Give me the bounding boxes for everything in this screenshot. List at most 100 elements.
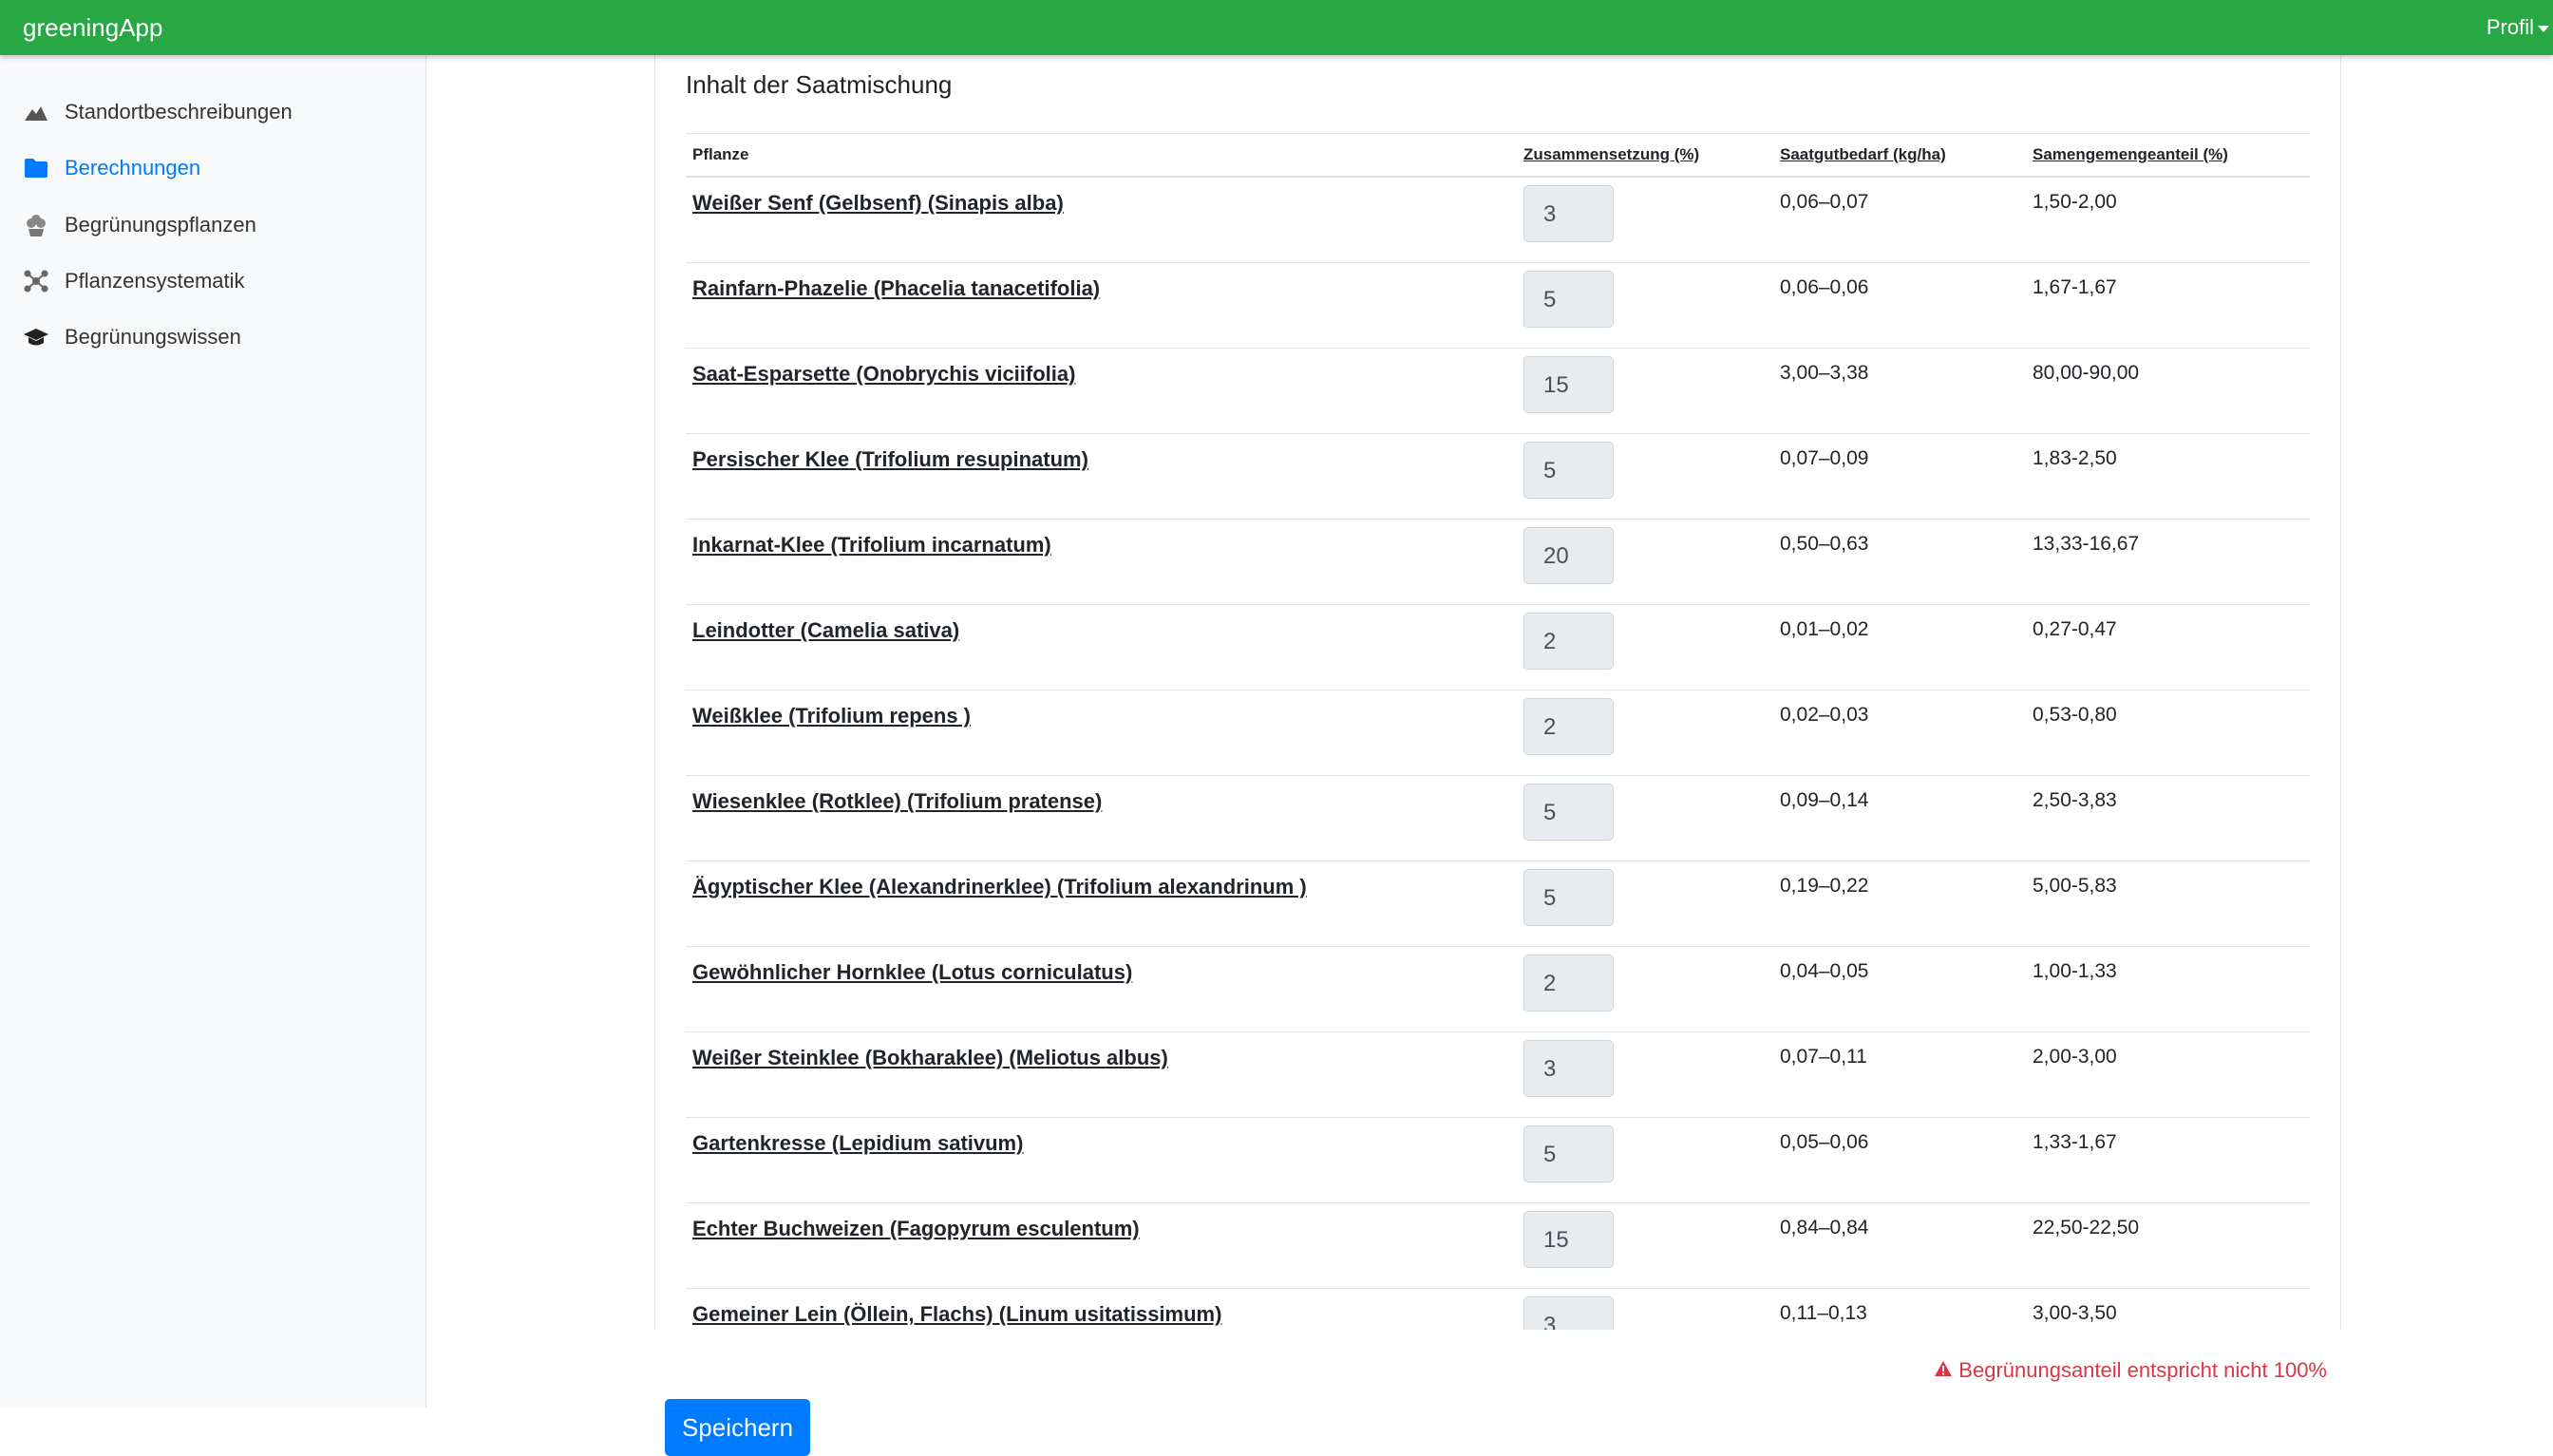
sidebar-item-label: Berechnungen — [65, 156, 201, 180]
table-body: Weißer Senf (Gelbsenf) (Sinapis alba) 3 0,… — [686, 178, 2310, 1330]
composition-input[interactable]: 5 — [1523, 1125, 1614, 1182]
header-plant: Pflanze — [692, 145, 749, 163]
seed-share-value: 2,00-3,00 — [2033, 1046, 2117, 1068]
seed-requirement-value: 0,09–0,14 — [1780, 789, 1869, 811]
seed-share-value: 1,33-1,67 — [2033, 1131, 2117, 1153]
table-row: Persischer Klee (Trifolium resupinatum) 5… — [686, 434, 2310, 520]
plant-name-link[interactable]: Weißer Steinklee (Bokharaklee) (Meliotus… — [692, 1046, 1168, 1070]
composition-input[interactable]: 20 — [1523, 527, 1614, 584]
plant-name-link[interactable]: Saat-Esparsette (Onobrychis viciifolia) — [692, 362, 1075, 387]
top-navbar: greeningApp Profil — [0, 0, 2553, 55]
profile-menu[interactable]: Profil — [2487, 15, 2549, 40]
plant-name-link[interactable]: Rainfarn-Phazelie (Phacelia tanacetifoli… — [692, 276, 1100, 301]
seed-requirement-value: 0,07–0,09 — [1780, 447, 1869, 469]
seed-mix-table: Pflanze Zusammensetzung (%) Saatgutbedar… — [686, 133, 2310, 1330]
header-seed-share[interactable]: Samengemengeanteil (%) — [2033, 145, 2228, 164]
table-row: Echter Buchweizen (Fagopyrum esculentum)… — [686, 1203, 2310, 1289]
composition-input[interactable]: 5 — [1523, 271, 1614, 328]
seed-share-value: 1,00-1,33 — [2033, 960, 2117, 982]
plant-name-link[interactable]: Leindotter (Camelia sativa) — [692, 618, 959, 643]
seed-share-value: 5,00-5,83 — [2033, 875, 2117, 897]
network-icon — [23, 268, 49, 294]
seed-requirement-value: 0,02–0,03 — [1780, 704, 1869, 726]
composition-input[interactable]: 3 — [1523, 1040, 1614, 1097]
header-composition[interactable]: Zusammensetzung (%) — [1523, 145, 1699, 164]
main-content: Inhalt der Saatmischung Pflanze Zusammen… — [426, 55, 2553, 1456]
seed-requirement-value: 0,50–0,63 — [1780, 533, 1869, 555]
table-row: Weißer Steinklee (Bokharaklee) (Meliotus… — [686, 1032, 2310, 1118]
seed-mix-card: Inhalt der Saatmischung Pflanze Zusammen… — [654, 55, 2341, 1330]
plant-name-link[interactable]: Gemeiner Lein (Öllein, Flachs) (Linum us… — [692, 1302, 1221, 1327]
table-header: Pflanze Zusammensetzung (%) Saatgutbedar… — [686, 133, 2310, 178]
table-row: Weißklee (Trifolium repens ) 2 0,02–0,03 0,… — [686, 690, 2310, 776]
sidebar-item-label: Standortbeschreibungen — [65, 100, 293, 123]
table-row: Ägyptischer Klee (Alexandrinerklee) (Tri… — [686, 861, 2310, 947]
sidebar-item-begruenungswissen[interactable]: Begrünungswissen — [23, 320, 241, 354]
plant-name-link[interactable]: Inkarnat-Klee (Trifolium incarnatum) — [692, 533, 1051, 558]
sidebar-item-label: Begrünungspflanzen — [65, 213, 256, 236]
composition-input[interactable]: 2 — [1523, 698, 1614, 755]
warning-triangle-icon — [1934, 1358, 1953, 1383]
graduation-cap-icon — [23, 324, 49, 350]
plant-name-link[interactable]: Gewöhnlicher Hornklee (Lotus corniculatu… — [692, 960, 1132, 985]
table-row: Inkarnat-Klee (Trifolium incarnatum) 20 0,… — [686, 520, 2310, 605]
table-row: Wiesenklee (Rotklee) (Trifolium pratense… — [686, 776, 2310, 861]
card-title: Inhalt der Saatmischung — [686, 70, 953, 99]
seed-share-value: 1,50-2,00 — [2033, 191, 2117, 213]
caret-down-icon — [2538, 25, 2549, 32]
composition-input[interactable]: 5 — [1523, 869, 1614, 926]
header-seed-requirement[interactable]: Saatgutbedarf (kg/ha) — [1780, 145, 1946, 164]
plant-name-link[interactable]: Weißer Senf (Gelbsenf) (Sinapis alba) — [692, 191, 1064, 216]
seed-requirement-value: 0,11–0,13 — [1780, 1302, 1867, 1324]
seed-share-value: 1,83-2,50 — [2033, 447, 2117, 469]
composition-input[interactable]: 3 — [1523, 1296, 1614, 1330]
table-row: Leindotter (Camelia sativa) 2 0,01–0,02 0,2… — [686, 605, 2310, 690]
seed-requirement-value: 0,05–0,06 — [1780, 1131, 1869, 1153]
seed-requirement-value: 0,19–0,22 — [1780, 875, 1869, 897]
sidebar-item-standortbeschreibungen[interactable]: Standortbeschreibungen — [23, 95, 293, 129]
sidebar-item-label: Pflanzensystematik — [65, 269, 245, 293]
warning-text: Begrünungsanteil entspricht nicht 100% — [1958, 1358, 2327, 1382]
seed-share-value: 2,50-3,83 — [2033, 789, 2117, 811]
profile-label: Profil — [2486, 15, 2534, 39]
composition-input[interactable]: 2 — [1523, 955, 1614, 1012]
seed-share-value: 0,53-0,80 — [2033, 704, 2117, 726]
save-button[interactable]: Speichern — [665, 1399, 810, 1456]
table-row: Gartenkresse (Lepidium sativum) 5 0,05–0,0… — [686, 1118, 2310, 1203]
composition-input[interactable]: 15 — [1523, 356, 1614, 413]
table-row: Weißer Senf (Gelbsenf) (Sinapis alba) 3 0,… — [686, 178, 2310, 263]
seedling-icon — [23, 212, 49, 238]
composition-input[interactable]: 5 — [1523, 442, 1614, 499]
table-row: Rainfarn-Phazelie (Phacelia tanacetifoli… — [686, 263, 2310, 349]
plant-name-link[interactable]: Persischer Klee (Trifolium resupinatum) — [692, 447, 1088, 472]
seed-requirement-value: 0,84–0,84 — [1780, 1217, 1869, 1239]
sidebar-item-berechnungen[interactable]: Berechnungen — [23, 151, 200, 185]
plant-name-link[interactable]: Weißklee (Trifolium repens ) — [692, 704, 971, 728]
plant-name-link[interactable]: Echter Buchweizen (Fagopyrum esculentum) — [692, 1217, 1140, 1241]
mountain-icon — [23, 99, 49, 125]
seed-requirement-value: 0,07–0,11 — [1780, 1046, 1867, 1068]
sidebar-item-begruenungspflanzen[interactable]: Begrünungspflanzen — [23, 208, 256, 242]
seed-share-value: 22,50-22,50 — [2033, 1217, 2140, 1239]
seed-requirement-value: 0,06–0,07 — [1780, 191, 1869, 213]
seed-share-value: 0,27-0,47 — [2033, 618, 2117, 640]
seed-requirement-value: 0,01–0,02 — [1780, 618, 1869, 640]
table-row: Saat-Esparsette (Onobrychis viciifolia) 1… — [686, 349, 2310, 434]
sidebar-item-pflanzensystematik[interactable]: Pflanzensystematik — [23, 264, 245, 298]
warning-message: Begrünungsanteil entspricht nicht 100% — [1934, 1358, 2327, 1383]
composition-input[interactable]: 5 — [1523, 784, 1614, 841]
plant-name-link[interactable]: Wiesenklee (Rotklee) (Trifolium pratense… — [692, 789, 1102, 814]
sidebar: Standortbeschreibungen Berechnungen Begr… — [0, 55, 426, 1408]
composition-input[interactable]: 2 — [1523, 613, 1614, 670]
sidebar-item-label: Begrünungswissen — [65, 325, 241, 349]
seed-share-value: 80,00-90,00 — [2033, 362, 2140, 384]
folder-icon — [23, 155, 49, 181]
composition-input[interactable]: 3 — [1523, 185, 1614, 242]
table-row: Gewöhnlicher Hornklee (Lotus corniculatu… — [686, 947, 2310, 1032]
plant-name-link[interactable]: Ägyptischer Klee (Alexandrinerklee) (Tri… — [692, 875, 1307, 899]
plant-name-link[interactable]: Gartenkresse (Lepidium sativum) — [692, 1131, 1023, 1156]
seed-requirement-value: 3,00–3,38 — [1780, 362, 1869, 384]
brand-logo[interactable]: greeningApp — [23, 13, 162, 43]
composition-input[interactable]: 15 — [1523, 1211, 1614, 1268]
seed-share-value: 1,67-1,67 — [2033, 276, 2117, 298]
